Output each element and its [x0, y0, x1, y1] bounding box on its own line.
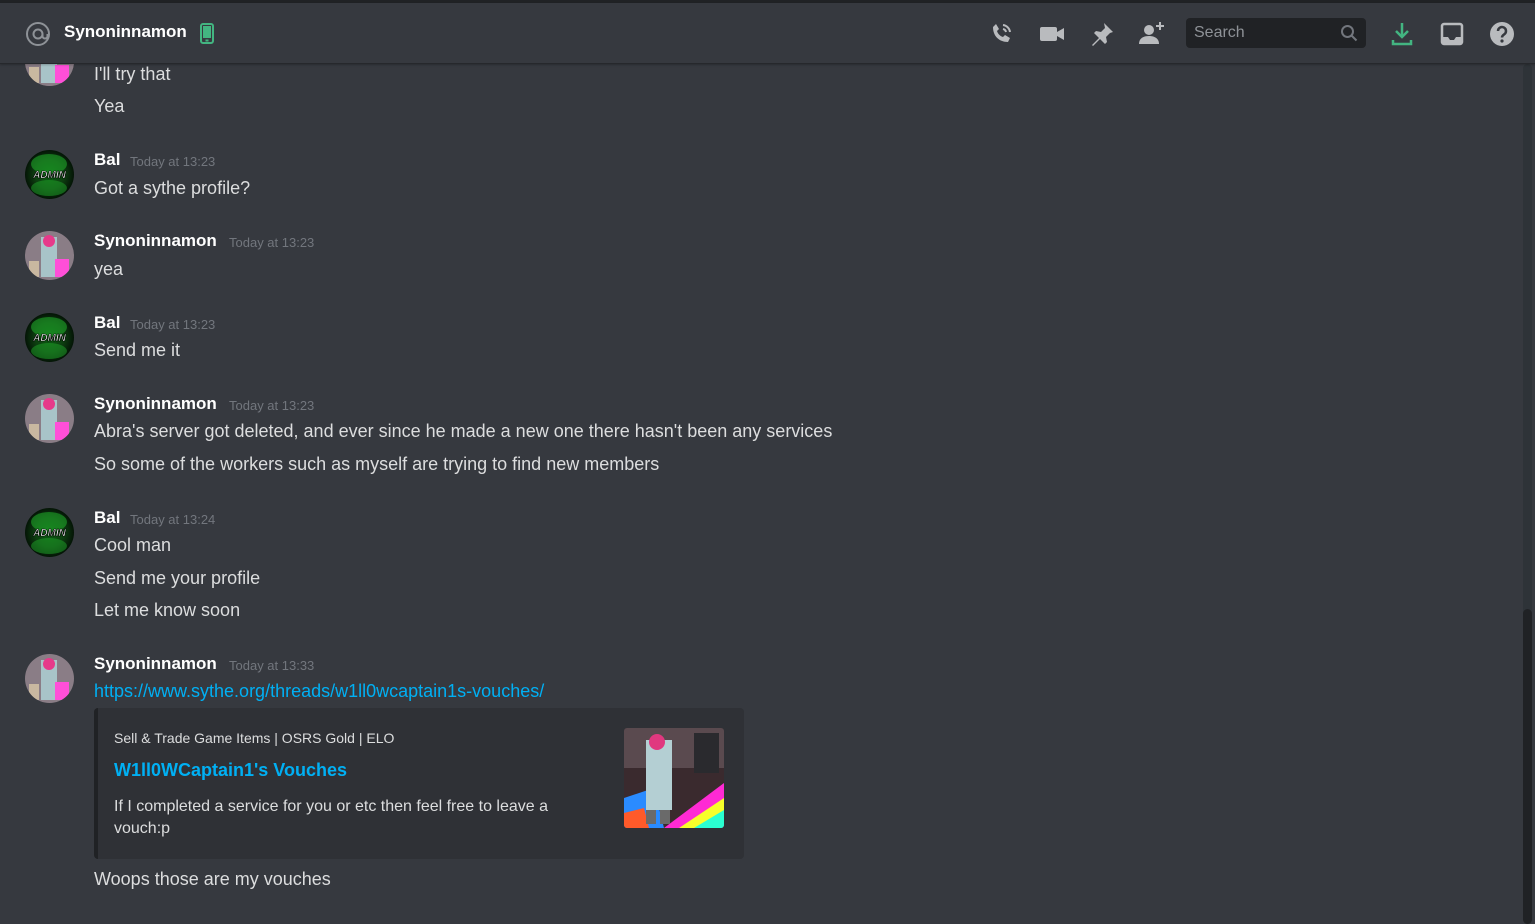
video-icon[interactable]: [1037, 19, 1067, 49]
message-author[interactable]: Synoninnamon: [94, 394, 217, 414]
message-text: I'll try that: [94, 64, 171, 84]
embed-thumbnail[interactable]: [624, 728, 724, 828]
message-timestamp: Today at 13:33: [229, 658, 315, 673]
message-text: Send me it: [94, 340, 181, 360]
help-icon[interactable]: [1487, 19, 1517, 49]
search-icon: [1340, 24, 1358, 42]
avatar[interactable]: ADMIN: [25, 150, 74, 199]
message-timestamp: Today at 13:23: [229, 235, 315, 250]
avatar-label: ADMIN: [32, 333, 67, 344]
message-author[interactable]: Bal: [94, 313, 120, 333]
message-timestamp: Today at 13:24: [130, 512, 216, 527]
message-author[interactable]: Synoninnamon: [94, 231, 217, 251]
avatar[interactable]: ADMIN: [25, 508, 74, 557]
message-text: Send me your profile: [94, 568, 261, 588]
inbox-icon[interactable]: [1437, 19, 1467, 49]
message-text: Got a sythe profile?: [94, 178, 251, 198]
avatar-label: ADMIN: [32, 170, 67, 181]
mobile-icon: [200, 23, 214, 44]
message-text: Abra's server got deleted, and ever sinc…: [94, 421, 833, 441]
avatar[interactable]: [25, 64, 74, 86]
embed-provider[interactable]: Sell & Trade Game Items | OSRS Gold | EL…: [114, 730, 394, 746]
avatar[interactable]: [25, 654, 74, 703]
message-author[interactable]: Synoninnamon: [94, 654, 217, 674]
scrollbar-thumb[interactable]: [1523, 609, 1532, 924]
message-list: I'll try that Yea ADMIN Bal Today at 13:…: [0, 64, 1520, 924]
message-text: yea: [94, 259, 124, 279]
dm-recipient-name: Synoninnamon: [64, 22, 187, 41]
message-author[interactable]: Bal: [94, 150, 120, 170]
add-friend-icon[interactable]: [1137, 19, 1167, 49]
message-text: Cool man: [94, 535, 172, 555]
avatar[interactable]: [25, 394, 74, 443]
search-input[interactable]: [1186, 18, 1336, 48]
message-link[interactable]: https://www.sythe.org/threads/w1ll0wcapt…: [94, 681, 544, 702]
channel-header: Synoninnamon: [0, 3, 1535, 64]
message-timestamp: Today at 13:23: [130, 317, 216, 332]
pin-icon[interactable]: [1087, 19, 1117, 49]
call-icon[interactable]: [986, 19, 1016, 49]
message-text: Woops those are my vouches: [94, 869, 331, 889]
at-icon: [25, 21, 51, 47]
message-timestamp: Today at 13:23: [130, 154, 216, 169]
message-timestamp: Today at 13:23: [229, 398, 315, 413]
embed-title[interactable]: W1ll0WCaptain1's Vouches: [114, 760, 347, 781]
message-text: Let me know soon: [94, 600, 241, 620]
link-embed: Sell & Trade Game Items | OSRS Gold | EL…: [94, 708, 744, 859]
avatar[interactable]: ADMIN: [25, 313, 74, 362]
avatar[interactable]: [25, 231, 74, 280]
message-author[interactable]: Bal: [94, 508, 120, 528]
search-box[interactable]: [1186, 18, 1366, 48]
message-text: Yea: [94, 96, 125, 116]
message-text: So some of the workers such as myself ar…: [94, 454, 660, 474]
scrollbar[interactable]: [1520, 64, 1535, 924]
avatar-label: ADMIN: [32, 528, 67, 539]
embed-description: If I completed a service for you or etc …: [114, 798, 549, 837]
download-icon[interactable]: [1387, 19, 1417, 49]
